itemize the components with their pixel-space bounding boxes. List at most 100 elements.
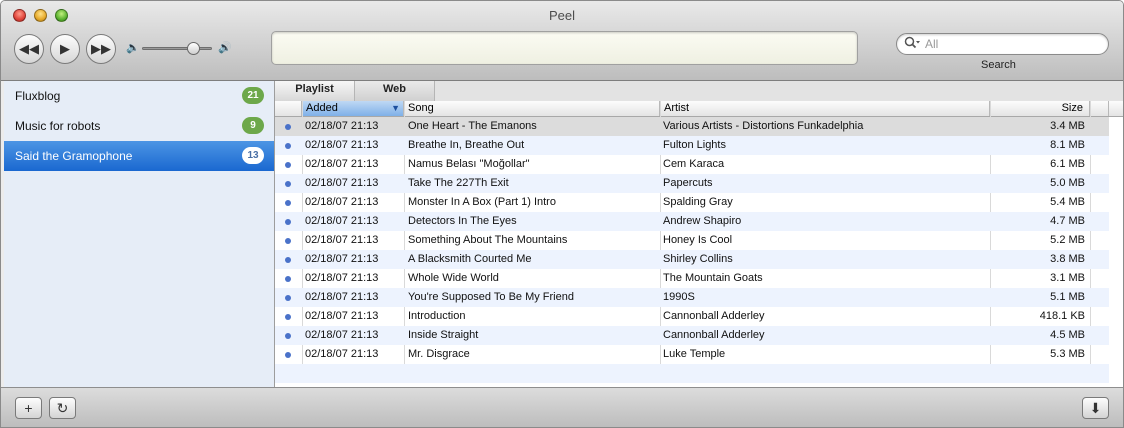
- artist-cell: Andrew Shapiro: [663, 215, 742, 227]
- table-row[interactable]: 02/18/07 21:13 A Blacksmith Courted Me Shi…: [275, 250, 1109, 269]
- new-item-dot-icon: [285, 162, 291, 168]
- artist-cell: The Mountain Goats: [663, 272, 763, 284]
- refresh-button[interactable]: ↻: [49, 397, 76, 419]
- table-row[interactable]: 02/18/07 21:13 Inside Straight Cannonball …: [275, 326, 1109, 345]
- column-header-status[interactable]: [275, 101, 302, 116]
- column-header-label: Added: [306, 102, 338, 114]
- artist-cell: Cannonball Adderley: [663, 310, 765, 322]
- size-cell: 5.3 MB: [1050, 348, 1085, 360]
- song-cell: Namus Belası "Moğollar": [408, 158, 530, 170]
- table-row-empty: [275, 364, 1109, 383]
- table-row[interactable]: 02/18/07 21:13 Mr. Disgrace Luke Temple 5.3…: [275, 345, 1109, 364]
- table-row[interactable]: 02/18/07 21:13 Monster In A Box (Part 1) …: [275, 193, 1109, 212]
- size-cell: 5.4 MB: [1050, 196, 1085, 208]
- artist-cell: Honey Is Cool: [663, 234, 733, 246]
- sidebar-item-label: Fluxblog: [15, 89, 61, 103]
- app-window: Peel ◀◀ ▶ ▶▶ 🔈 🔊 Search Fluxblog 21 Musi…: [0, 0, 1124, 428]
- rewind-button[interactable]: ◀◀: [14, 34, 44, 64]
- unread-count-badge: 9: [242, 117, 264, 134]
- table-row[interactable]: 02/18/07 21:13 Detectors In The Eyes Andre…: [275, 212, 1109, 231]
- table-header: Added ▼ Song Artist Size: [275, 101, 1123, 117]
- refresh-icon: ↻: [56, 399, 69, 416]
- sidebar-item-fluxblog[interactable]: Fluxblog 21: [4, 81, 274, 111]
- artist-cell: Cem Karaca: [663, 158, 725, 170]
- artist-cell: Papercuts: [663, 177, 713, 189]
- track-list: 02/18/07 21:13 One Heart - The Emanons Var…: [275, 117, 1109, 383]
- window-title: Peel: [548, 8, 576, 23]
- song-cell: Monster In A Box (Part 1) Intro: [408, 196, 556, 208]
- added-cell: 02/18/07 21:13: [305, 291, 379, 303]
- sidebar-item-music-for-robots[interactable]: Music for robots 9: [4, 111, 274, 141]
- search-field[interactable]: [896, 33, 1109, 55]
- column-header-size[interactable]: Size: [990, 101, 1090, 116]
- tab-web[interactable]: Web: [355, 81, 435, 101]
- added-cell: 02/18/07 21:13: [305, 158, 379, 170]
- column-header-artist[interactable]: Artist: [660, 101, 990, 116]
- table-row[interactable]: 02/18/07 21:13 Take The 227Th Exit Papercu…: [275, 174, 1109, 193]
- size-cell: 5.1 MB: [1050, 291, 1085, 303]
- artist-cell: Cannonball Adderley: [663, 329, 765, 341]
- new-item-dot-icon: [285, 143, 291, 149]
- unread-count-badge: 21: [242, 87, 264, 104]
- table-row[interactable]: 02/18/07 21:13 You're Supposed To Be My F…: [275, 288, 1109, 307]
- new-item-dot-icon: [285, 124, 291, 130]
- sidebar-item-said-the-gramophone[interactable]: Said the Gramophone 13: [4, 141, 274, 171]
- column-header-song[interactable]: Song: [404, 101, 660, 116]
- volume-slider-knob[interactable]: [187, 42, 200, 55]
- size-cell: 3.4 MB: [1050, 120, 1085, 132]
- size-cell: 3.1 MB: [1050, 272, 1085, 284]
- added-cell: 02/18/07 21:13: [305, 215, 379, 227]
- now-playing-display: [271, 31, 858, 65]
- new-item-dot-icon: [285, 257, 291, 263]
- search-icon: [904, 36, 920, 53]
- table-row[interactable]: 02/18/07 21:13 One Heart - The Emanons Var…: [275, 117, 1109, 136]
- size-cell: 5.0 MB: [1050, 177, 1085, 189]
- table-row[interactable]: 02/18/07 21:13 Whole Wide World The Mounta…: [275, 269, 1109, 288]
- added-cell: 02/18/07 21:13: [305, 139, 379, 151]
- song-cell: Take The 227Th Exit: [408, 177, 509, 189]
- size-cell: 5.2 MB: [1050, 234, 1085, 246]
- new-item-dot-icon: [285, 314, 291, 320]
- song-cell: Mr. Disgrace: [408, 348, 470, 360]
- bottom-bar: + ↻ ⬇: [1, 387, 1123, 427]
- new-item-dot-icon: [285, 219, 291, 225]
- table-row[interactable]: 02/18/07 21:13 Namus Belası "Moğollar" Cem…: [275, 155, 1109, 174]
- column-header-label: Size: [1061, 102, 1083, 114]
- song-cell: Whole Wide World: [408, 272, 499, 284]
- size-cell: 8.1 MB: [1050, 139, 1085, 151]
- song-cell: Detectors In The Eyes: [408, 215, 517, 227]
- added-cell: 02/18/07 21:13: [305, 234, 379, 246]
- table-row[interactable]: 02/18/07 21:13 Breathe In, Breathe Out Ful…: [275, 136, 1109, 155]
- size-cell: 4.5 MB: [1050, 329, 1085, 341]
- search-input[interactable]: [925, 36, 1095, 52]
- added-cell: 02/18/07 21:13: [305, 348, 379, 360]
- column-header-label: Artist: [664, 102, 690, 114]
- added-cell: 02/18/07 21:13: [305, 272, 379, 284]
- volume-slider[interactable]: [142, 47, 212, 50]
- table-row[interactable]: 02/18/07 21:13 Introduction Cannonball Add…: [275, 307, 1109, 326]
- play-icon: ▶: [60, 41, 70, 56]
- title-toolbar: Peel ◀◀ ▶ ▶▶ 🔈 🔊 Search: [1, 1, 1123, 81]
- new-item-dot-icon: [285, 200, 291, 206]
- added-cell: 02/18/07 21:13: [305, 329, 379, 341]
- search-label: Search: [981, 59, 1016, 71]
- play-button[interactable]: ▶: [50, 34, 80, 64]
- artist-cell: Luke Temple: [663, 348, 726, 360]
- song-cell: Something About The Mountains: [408, 234, 568, 246]
- size-cell: 418.1 KB: [1039, 310, 1085, 322]
- download-button[interactable]: ⬇: [1082, 397, 1109, 419]
- added-cell: 02/18/07 21:13: [305, 310, 379, 322]
- plus-icon: +: [24, 400, 33, 416]
- column-header-added[interactable]: Added ▼: [302, 101, 404, 116]
- added-cell: 02/18/07 21:13: [305, 196, 379, 208]
- add-feed-button[interactable]: +: [15, 397, 42, 419]
- new-item-dot-icon: [285, 181, 291, 187]
- fast-forward-button[interactable]: ▶▶: [86, 34, 116, 64]
- added-cell: 02/18/07 21:13: [305, 177, 379, 189]
- artist-cell: Spalding Gray: [663, 196, 733, 208]
- tab-playlist[interactable]: Playlist: [275, 81, 355, 101]
- download-arrow-icon: ⬇: [1089, 399, 1102, 416]
- table-row[interactable]: 02/18/07 21:13 Something About The Mounta…: [275, 231, 1109, 250]
- song-cell: You're Supposed To Be My Friend: [408, 291, 574, 303]
- artist-cell: Various Artists - Distortions Funkadelph…: [663, 120, 864, 132]
